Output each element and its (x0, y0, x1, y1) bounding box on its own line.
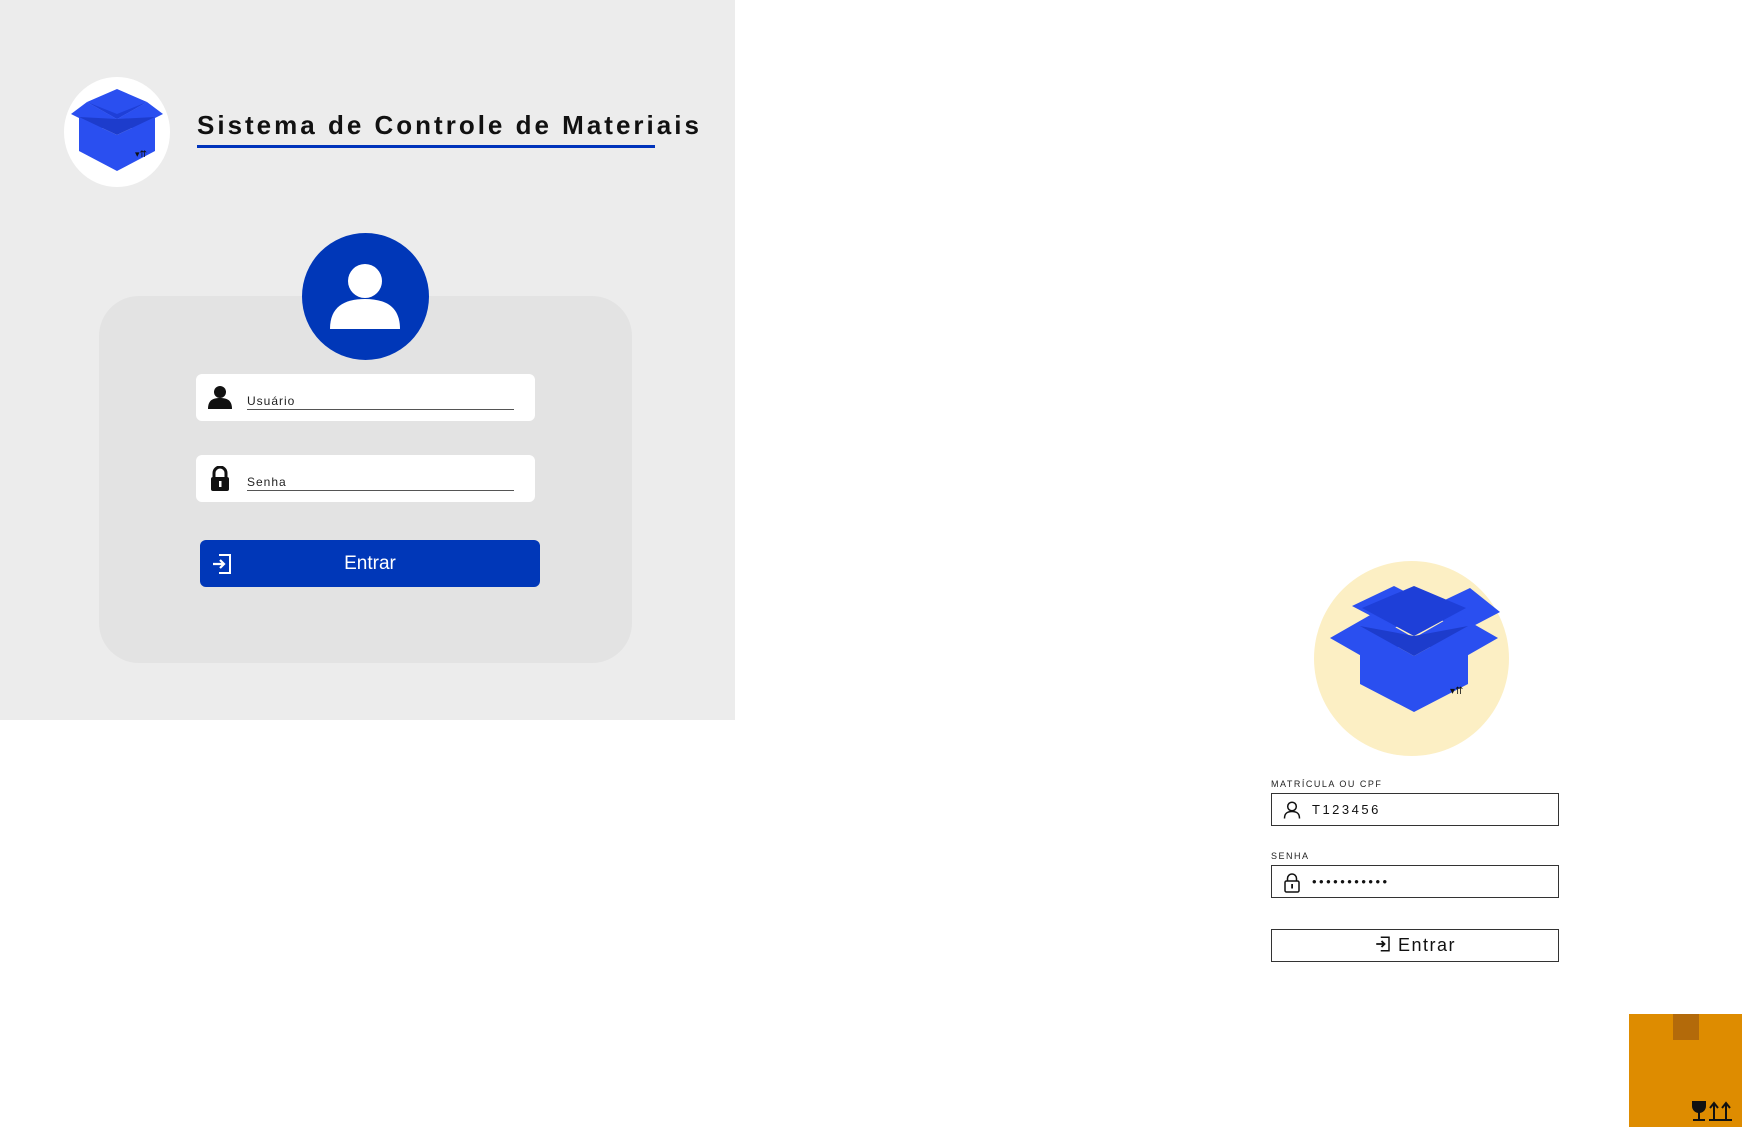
password-underline (247, 490, 514, 491)
login-button-outline[interactable]: Entrar (1271, 929, 1559, 962)
password-input[interactable]: ••••••••••• (1271, 865, 1559, 898)
username-underline (247, 409, 514, 410)
login-button-label: Entrar (344, 553, 396, 574)
id-field-label: MATRÍCULA OU CPF (1271, 779, 1383, 789)
title-underline (197, 145, 655, 148)
password-label: Senha (247, 475, 287, 489)
package-box-icon (1629, 1014, 1742, 1127)
box-tape (1673, 1014, 1699, 1040)
app-logo-large: ▾⇈ (1314, 561, 1509, 756)
fragile-this-side-up-icon (1692, 1101, 1732, 1121)
login-mockup-1: ▾⇈ Sistema de Controle de Materiais Usuá… (0, 0, 735, 720)
login-button-outline-label: Entrar (1397, 935, 1457, 955)
login-icon (1376, 936, 1390, 952)
id-input[interactable]: T123456 (1271, 793, 1559, 826)
username-label: Usuário (247, 394, 296, 408)
svg-text:▾⇈: ▾⇈ (1450, 686, 1463, 697)
password-field-label: SENHA (1271, 851, 1310, 861)
avatar (302, 233, 429, 360)
user-icon (330, 264, 400, 329)
username-field[interactable]: Usuário (196, 374, 535, 421)
app-title: Sistema de Controle de Materiais (197, 110, 702, 140)
user-icon (208, 386, 232, 409)
id-value: T123456 (1312, 802, 1381, 817)
app-logo: ▾⇈ (64, 77, 170, 187)
lock-icon (1284, 873, 1300, 893)
password-value: ••••••••••• (1312, 874, 1390, 889)
svg-text:▾⇈: ▾⇈ (135, 150, 148, 160)
user-icon (1283, 801, 1301, 819)
lock-icon (211, 466, 229, 491)
login-button[interactable]: Entrar (200, 540, 540, 587)
password-field[interactable]: Senha (196, 455, 535, 502)
open-box-icon: ▾⇈ (71, 89, 163, 171)
open-box-icon: ▾⇈ (1330, 586, 1500, 712)
